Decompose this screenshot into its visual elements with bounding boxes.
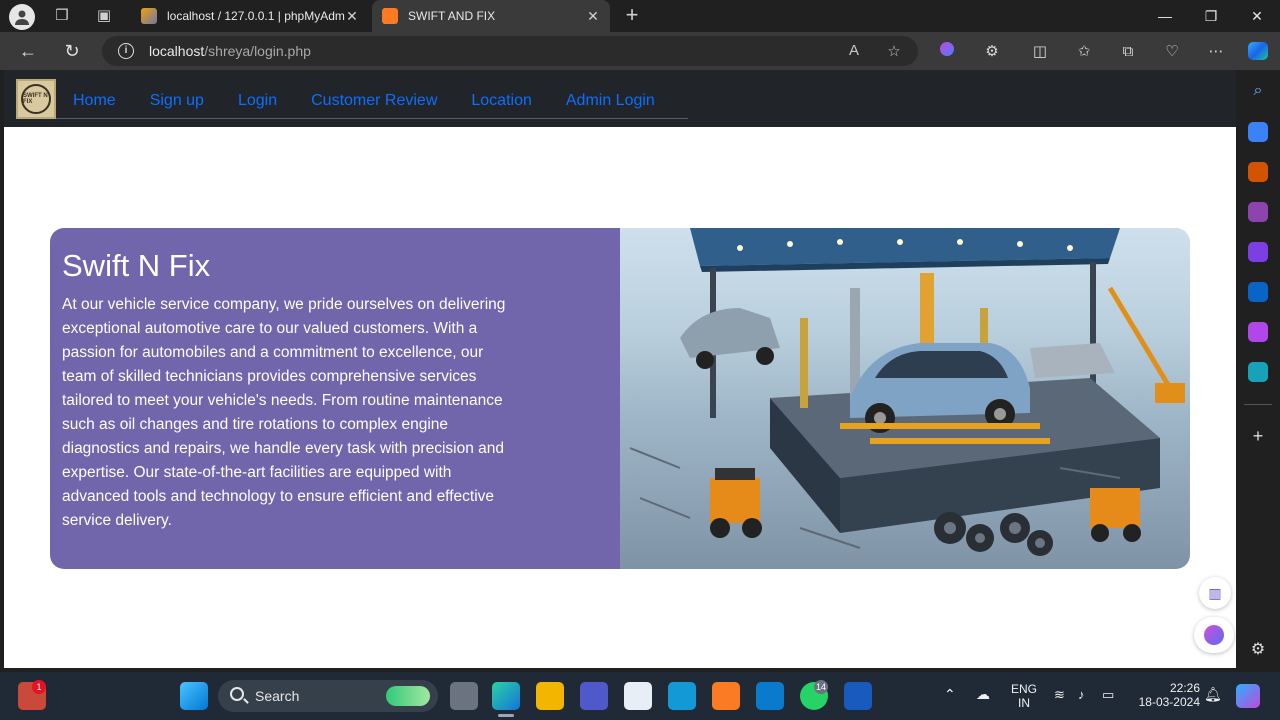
drop-icon[interactable]	[1248, 362, 1268, 382]
windows-taskbar: 1 Search 14 ⌃ ☁ ENG IN ≋ ♪ ▭ 22:26 18-03…	[0, 672, 1280, 720]
hero-card: Swift N Fix At our vehicle service compa…	[50, 228, 1190, 569]
close-tab-icon[interactable]: ✕	[586, 8, 600, 25]
copilot-brain-icon	[1204, 625, 1224, 645]
minimize-button[interactable]: —	[1142, 0, 1188, 32]
language-code: ENG	[1010, 682, 1037, 696]
vscode-icon[interactable]	[756, 682, 784, 710]
nav-home-link[interactable]: Home	[73, 92, 116, 110]
nav-signup-link[interactable]: Sign up	[150, 92, 204, 110]
hero-text-panel: Swift N Fix At our vehicle service compa…	[50, 228, 620, 569]
widgets-badge: 1	[32, 680, 46, 694]
task-view-icon[interactable]	[450, 682, 478, 710]
garage-illustration-svg	[629, 228, 1185, 556]
volume-icon[interactable]: ♪	[1078, 687, 1085, 702]
xampp-icon[interactable]	[712, 682, 740, 710]
workspaces-icon[interactable]: ❒	[53, 7, 71, 25]
prime-video-icon[interactable]	[668, 682, 696, 710]
edge-sidebar: ⌕ + ⚙	[1236, 70, 1280, 668]
favorite-star-icon[interactable]: ☆	[884, 42, 904, 60]
copilot-icon[interactable]	[1248, 42, 1268, 62]
profile-avatar-icon[interactable]	[9, 4, 35, 30]
file-explorer-icon[interactable]	[536, 682, 564, 710]
show-hidden-icons[interactable]: ⌃	[944, 686, 956, 703]
wifi-icon[interactable]: ≋	[1054, 687, 1065, 703]
url-text: localhost/shreya/login.php	[149, 43, 311, 59]
hero-title: Swift N Fix	[62, 248, 211, 283]
phpmyadmin-favicon-icon	[141, 8, 157, 24]
copilot-floating-button[interactable]	[1194, 617, 1234, 653]
extensions-icon[interactable]: ⚙	[982, 42, 1002, 62]
tab-actions-icon[interactable]: ▣	[95, 7, 113, 25]
read-aloud-icon[interactable]: A	[844, 42, 864, 59]
whatsapp-badge: 14	[814, 680, 828, 694]
notifications-bell-icon[interactable]: 🔔︎	[1204, 686, 1222, 703]
page-viewport: SWIFT N FIX Home Sign up Login Customer …	[4, 70, 1236, 668]
site-info-icon[interactable]: i	[118, 43, 134, 59]
language-indicator[interactable]: ENG IN	[1008, 682, 1040, 710]
copilot-taskbar-icon[interactable]	[1236, 684, 1260, 708]
xampp-favicon-icon	[382, 8, 398, 24]
site-logo[interactable]: SWIFT N FIX	[16, 79, 56, 119]
search-label: Search	[255, 688, 300, 704]
designer-icon[interactable]	[1248, 322, 1268, 342]
tab-title: SWIFT AND FIX	[408, 9, 496, 23]
favorites-icon[interactable]: ✩	[1074, 42, 1094, 62]
browser-tab-strip: ❒ ▣ localhost / 127.0.0.1 | phpMyAdmin ✕…	[0, 0, 1280, 32]
sidebar-divider	[1244, 404, 1272, 405]
back-button[interactable]: ←	[16, 40, 40, 62]
tools-briefcase-icon[interactable]	[1248, 162, 1268, 182]
search-icon[interactable]: ⌕	[1248, 82, 1268, 102]
microsoft-store-icon[interactable]	[624, 682, 652, 710]
search-icon	[230, 687, 244, 701]
nav-customer-review-link[interactable]: Customer Review	[311, 92, 437, 110]
hero-image-garage-illustration	[620, 228, 1190, 569]
reader-view-icon[interactable]: ▥	[1199, 577, 1231, 609]
start-windows-icon[interactable]	[180, 682, 208, 710]
refresh-button[interactable]: ↻	[60, 40, 84, 62]
hero-description: At our vehicle service company, we pride…	[62, 296, 506, 529]
search-highlight-icon	[386, 686, 430, 706]
games-icon[interactable]	[1248, 202, 1268, 222]
region-code: IN	[1018, 696, 1030, 710]
nav-location-link[interactable]: Location	[471, 92, 532, 110]
cloud-icon[interactable]: ☁	[976, 686, 990, 703]
edge-app-icon[interactable]	[492, 682, 520, 710]
collections-icon[interactable]: ⧉	[1118, 42, 1138, 62]
sidebar-settings-icon[interactable]: ⚙	[1248, 640, 1268, 660]
taskbar-search[interactable]: Search	[218, 680, 438, 712]
time-text: 22:26	[1169, 681, 1200, 695]
nav-login-link[interactable]: Login	[238, 92, 277, 110]
battery-icon[interactable]: ▭	[1102, 687, 1114, 703]
copilot-ext-icon[interactable]	[937, 42, 957, 62]
tab-title: localhost / 127.0.0.1 | phpMyAdmin	[167, 9, 345, 23]
active-indicator	[498, 714, 514, 717]
restore-button[interactable]: ❐	[1188, 0, 1234, 32]
browser-essentials-icon[interactable]: ♡	[1162, 42, 1182, 62]
logo-emblem: SWIFT N FIX	[21, 84, 51, 114]
nav-admin-login-link[interactable]: Admin Login	[566, 92, 655, 110]
word-icon[interactable]	[844, 682, 872, 710]
new-tab-button[interactable]: +	[620, 4, 644, 28]
copilot-sidebar-icon[interactable]	[1248, 242, 1268, 262]
tab-phpmyadmin[interactable]: localhost / 127.0.0.1 | phpMyAdmin ✕	[131, 0, 369, 32]
browser-toolbar: ← ↻ i localhost/shreya/login.php A ☆ ⚙ ◫…	[0, 32, 1280, 70]
add-sidebar-app-icon[interactable]: +	[1248, 426, 1268, 446]
teams-icon[interactable]	[580, 682, 608, 710]
close-tab-icon[interactable]: ✕	[345, 8, 359, 25]
date-text: 18-03-2024	[1138, 695, 1200, 709]
site-navbar: SWIFT N FIX Home Sign up Login Customer …	[4, 70, 1236, 127]
tab-swift-and-fix[interactable]: SWIFT AND FIX ✕	[372, 0, 610, 32]
address-bar[interactable]: i localhost/shreya/login.php A ☆	[102, 36, 918, 66]
split-screen-icon[interactable]: ◫	[1030, 42, 1050, 62]
close-window-button[interactable]: ✕	[1234, 0, 1280, 32]
nav-links: Home Sign up Login Customer Review Locat…	[56, 83, 688, 119]
shopping-tag-icon[interactable]	[1248, 122, 1268, 142]
more-menu-icon[interactable]: ⋯	[1206, 42, 1226, 62]
clock[interactable]: 22:26 18-03-2024	[1130, 681, 1200, 709]
outlook-icon[interactable]	[1248, 282, 1268, 302]
